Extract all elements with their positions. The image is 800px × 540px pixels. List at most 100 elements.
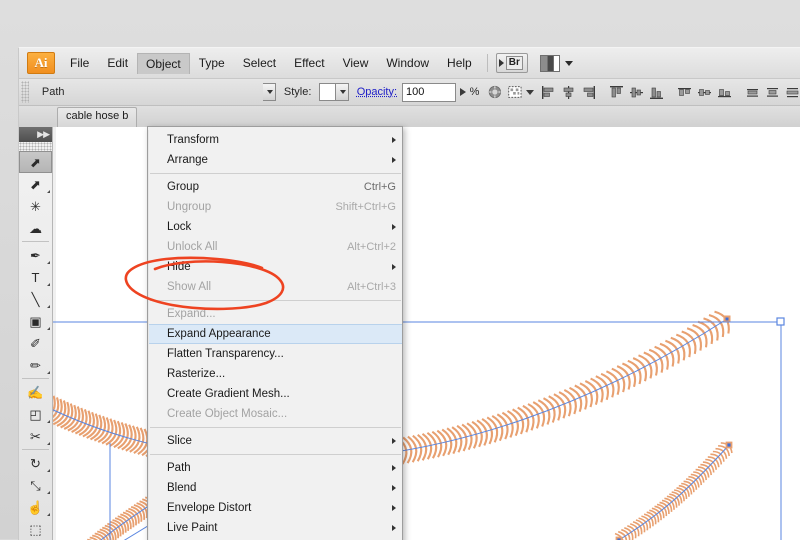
menu-item-arrange[interactable]: Arrange — [149, 150, 402, 170]
tool-flyout-indicator-icon — [47, 442, 50, 445]
menu-item-shortcut: Alt+Ctrl+2 — [331, 241, 396, 253]
type-tool[interactable]: T — [19, 266, 52, 288]
align-left-icon[interactable] — [540, 84, 557, 101]
menu-item-slice[interactable]: Slice — [149, 431, 402, 451]
blob-brush-tool-icon: ✍ — [27, 386, 43, 399]
menu-item-label: Blend — [167, 482, 382, 494]
blob-brush-tool[interactable]: ✍ — [19, 381, 52, 403]
chevron-down-icon — [565, 61, 573, 66]
rotate-tool[interactable]: ↻ — [19, 452, 52, 474]
opacity-percent-label: % — [470, 86, 480, 98]
selection-tool[interactable]: ⬈ — [19, 151, 52, 173]
style-label: Style: — [276, 86, 320, 98]
menu-item-group[interactable]: GroupCtrl+G — [149, 177, 402, 197]
align-center-horizontal-icon[interactable] — [560, 84, 577, 101]
tool-flyout-indicator-icon — [47, 305, 50, 308]
control-bar-grip[interactable] — [21, 81, 29, 103]
transparency-chevron-icon[interactable] — [526, 90, 534, 95]
brush-definition-dropdown[interactable] — [263, 83, 275, 101]
menu-item-label: Path — [167, 462, 382, 474]
align-center-vertical-icon[interactable] — [628, 84, 645, 101]
document-tab[interactable]: cable hose b — [57, 107, 137, 128]
menu-item-path[interactable]: Path — [149, 458, 402, 478]
menu-item-unlock-all: Unlock AllAlt+Ctrl+2 — [149, 237, 402, 257]
distribute-spacing-horizontal-icon[interactable] — [744, 84, 761, 101]
pen-tool[interactable]: ✒ — [19, 244, 52, 266]
menu-item-expand: Expand... — [149, 304, 402, 324]
magic-wand-tool[interactable]: ✳ — [19, 195, 52, 217]
menu-item-label: Slice — [167, 435, 382, 447]
menu-type[interactable]: Type — [190, 52, 234, 74]
arrange-documents-button[interactable] — [540, 55, 573, 72]
tools-panel-collapse-button[interactable]: ▶▶ — [19, 127, 52, 142]
tool-list: ⬈⬈✳☁✒T╲▣✐✏✍◰✂↻⤡☝⬚⚘█⊞▤✑ — [19, 151, 52, 540]
menu-window[interactable]: Window — [377, 52, 438, 74]
lasso-tool-icon: ☁ — [29, 222, 42, 235]
warp-tool[interactable]: ☝ — [19, 496, 52, 518]
menu-item-shortcut: Shift+Ctrl+G — [319, 201, 396, 213]
transparency-grid-icon[interactable] — [507, 83, 523, 101]
menu-object[interactable]: Object — [137, 53, 190, 74]
menu-item-rasterize[interactable]: Rasterize... — [149, 364, 402, 384]
menu-item-ungroup: UngroupShift+Ctrl+G — [149, 197, 402, 217]
menu-item-transform[interactable]: Transform — [149, 130, 402, 150]
menu-item-create-gradient-mesh[interactable]: Create Gradient Mesh... — [149, 384, 402, 404]
submenu-arrow-icon — [392, 137, 396, 143]
selection-tool-icon: ⬈ — [30, 156, 41, 169]
menu-item-envelope-distort[interactable]: Envelope Distort — [149, 498, 402, 518]
menu-file[interactable]: File — [61, 52, 98, 74]
menu-separator — [150, 300, 401, 301]
menu-view[interactable]: View — [334, 52, 378, 74]
distribute-top-icon[interactable] — [676, 84, 693, 101]
menu-item-lock[interactable]: Lock — [149, 217, 402, 237]
control-bar: Path Style: Opacity: 100 % — [19, 79, 800, 106]
type-tool-icon: T — [32, 271, 40, 284]
menu-item-expand-appearance[interactable]: Expand Appearance — [149, 324, 402, 344]
menu-item-flatten-transparency[interactable]: Flatten Transparency... — [149, 344, 402, 364]
eraser-tool[interactable]: ◰ — [19, 403, 52, 425]
menu-item-live-paint[interactable]: Live Paint — [149, 518, 402, 538]
menu-select[interactable]: Select — [234, 52, 285, 74]
scissors-tool[interactable]: ✂ — [19, 425, 52, 447]
tool-flyout-indicator-icon — [47, 261, 50, 264]
rectangle-tool[interactable]: ▣ — [19, 310, 52, 332]
opacity-knob-icon[interactable] — [487, 83, 503, 101]
canvas-area[interactable] — [19, 127, 800, 540]
menu-effect[interactable]: Effect — [285, 52, 333, 74]
menu-help[interactable]: Help — [438, 52, 481, 74]
pencil-tool[interactable]: ✏ — [19, 354, 52, 376]
paintbrush-tool[interactable]: ✐ — [19, 332, 52, 354]
menu-item-blend[interactable]: Blend — [149, 478, 402, 498]
lasso-tool[interactable]: ☁ — [19, 217, 52, 239]
align-top-icon[interactable] — [608, 84, 625, 101]
tool-flyout-indicator-icon — [47, 190, 50, 193]
tool-group-divider — [22, 449, 49, 450]
go-to-bridge-button[interactable]: Br — [496, 53, 528, 73]
tool-flyout-indicator-icon — [47, 469, 50, 472]
align-panel-more-icon[interactable] — [784, 84, 800, 101]
menu-item-hide[interactable]: Hide — [149, 257, 402, 277]
direct-selection-tool[interactable]: ⬈ — [19, 173, 52, 195]
document-tab-bar: cable hose b — [19, 106, 800, 129]
distribute-spacing-vertical-icon[interactable] — [764, 84, 781, 101]
scale-tool[interactable]: ⤡ — [19, 474, 52, 496]
tools-panel-grip[interactable] — [19, 142, 52, 151]
object-dropdown-menu[interactable]: TransformArrange GroupCtrl+GUngroupShift+… — [147, 126, 403, 540]
opacity-dropdown-arrow-icon[interactable] — [460, 88, 466, 96]
opacity-label[interactable]: Opacity: — [349, 86, 402, 98]
align-bottom-icon[interactable] — [648, 84, 665, 101]
graphic-style-dropdown[interactable] — [336, 83, 348, 101]
submenu-arrow-icon — [392, 485, 396, 491]
graphic-style-swatch[interactable] — [319, 83, 336, 101]
menu-item-label: Lock — [167, 221, 382, 233]
distribute-bottom-icon[interactable] — [716, 84, 733, 101]
opacity-input[interactable]: 100 — [402, 83, 456, 102]
line-segment-tool[interactable]: ╲ — [19, 288, 52, 310]
menu-separator — [150, 173, 401, 174]
menu-edit[interactable]: Edit — [98, 52, 137, 74]
tool-flyout-indicator-icon — [47, 283, 50, 286]
free-transform-tool[interactable]: ⬚ — [19, 518, 52, 540]
align-right-icon[interactable] — [580, 84, 597, 101]
selection-type-label: Path — [32, 83, 132, 101]
distribute-center-icon[interactable] — [696, 84, 713, 101]
